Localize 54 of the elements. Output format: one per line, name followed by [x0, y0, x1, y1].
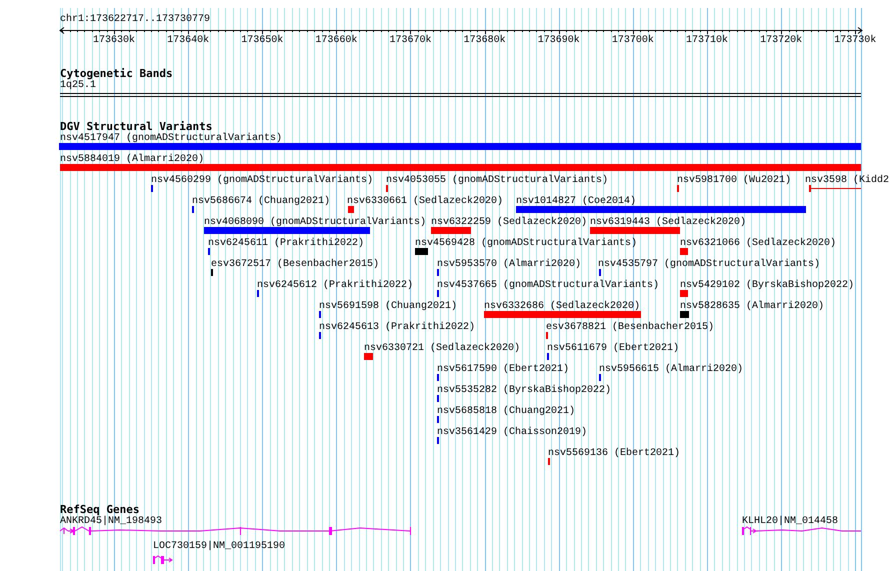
variant-label: nsv4560299 (gnomADStructuralVariants): [151, 176, 374, 186]
variant-label: nsv5953570 (Almarri2020): [437, 260, 582, 270]
ruler-tick-label: 173700k: [612, 35, 654, 47]
variant-label: esv3672517 (Besenbacher2015): [211, 260, 380, 270]
variant-label: nsv6245611 (Prakrithi2022): [208, 239, 364, 249]
track-title: RefSeq Genes: [60, 504, 140, 516]
variant-label: nsv5685818 (Chuang2021): [437, 407, 576, 417]
variant-label: nsv5535282 (ByrskaBishop2022): [437, 386, 612, 396]
variant-label: nsv6245612 (Prakrithi2022): [257, 281, 414, 291]
variant-label: nsv5569136 (Ebert2021): [548, 449, 680, 459]
gene-model-drawing: [153, 555, 173, 565]
ruler-tick-label: 173660k: [315, 35, 358, 47]
variant-label: nsv5884019 (Almarri2020): [60, 155, 204, 165]
variant-label: nsv6330661 (Sedlazeck2020): [347, 197, 504, 207]
location-label: chr1:173622717..173730779: [60, 14, 210, 26]
track-title: Cytogenetic Bands: [60, 68, 173, 80]
gene-label: ANKRD45|NM_198493: [60, 517, 162, 527]
variant-label: nsv4569428 (gnomADStructuralVariants): [415, 239, 638, 249]
ruler-tick-label: 173650k: [241, 35, 284, 47]
ruler-tick-label: 173640k: [167, 35, 210, 47]
variant-label: nsv5686674 (Chuang2021): [192, 197, 330, 207]
gene-label: LOC730159|NM_001195190: [153, 542, 286, 552]
variant-label: nsv4537665 (gnomADStructuralVariants): [437, 281, 660, 291]
variant-label: nsv6245613 (Prakrithi2022): [319, 323, 476, 333]
variant-label: nsv5429102 (ByrskaBishop2022): [680, 281, 854, 291]
variant-label: nsv3598 (Kidd2: [805, 176, 890, 186]
ruler-tick-label: 173710k: [686, 35, 728, 47]
variant-label: nsv5956615 (Almarri2020): [599, 365, 744, 375]
ruler-tick-label: 173630k: [92, 35, 135, 47]
ruler-tick-label: 173720k: [760, 35, 802, 47]
variant-label: nsv1014827 (Coe2014): [516, 197, 636, 207]
ruler-tick-label: 173730k: [834, 35, 876, 47]
variant-label: esv3678821 (Besenbacher2015): [546, 323, 714, 333]
ruler-tick-label: 173690k: [538, 35, 580, 47]
ruler-tick-label: 173680k: [464, 35, 506, 47]
variant-label: nsv6322259 (Sedlazeck2020): [431, 218, 588, 228]
band-label: 1q25.1: [60, 80, 96, 92]
variant-label: nsv4053055 (gnomADStructuralVariants): [386, 176, 608, 186]
variant-label: nsv4517947 (gnomADStructuralVariants): [60, 134, 282, 144]
variant-label: nsv4068090 (gnomADStructuralVariants): [204, 218, 426, 228]
variant-label: nsv5828635 (Almarri2020): [680, 302, 824, 312]
variant-label: nsv5617590 (Ebert2021): [437, 365, 570, 375]
variant-label: nsv4535797 (gnomADStructuralVariants): [598, 260, 820, 270]
variant-label: nsv3561429 (Chaisson2019): [437, 428, 588, 438]
gene-label: KLHL20|NM_014458: [742, 517, 838, 527]
variant-label: nsv5981700 (Wu2021): [677, 176, 792, 186]
variant-label: nsv6319443 (Sedlazeck2020): [590, 218, 746, 228]
track-title: DGV Structural Variants: [60, 121, 212, 133]
variant-label: nsv6330721 (Sedlazeck2020): [364, 344, 520, 354]
variant-label: nsv6332686 (Sedlazeck2020): [484, 302, 640, 312]
variant-label: nsv5611679 (Ebert2021): [547, 344, 680, 354]
variant-label: nsv6321066 (Sedlazeck2020): [680, 239, 836, 249]
ruler-tick-label: 173670k: [389, 35, 432, 47]
variant-label: nsv5691598 (Chuang2021): [319, 302, 458, 312]
